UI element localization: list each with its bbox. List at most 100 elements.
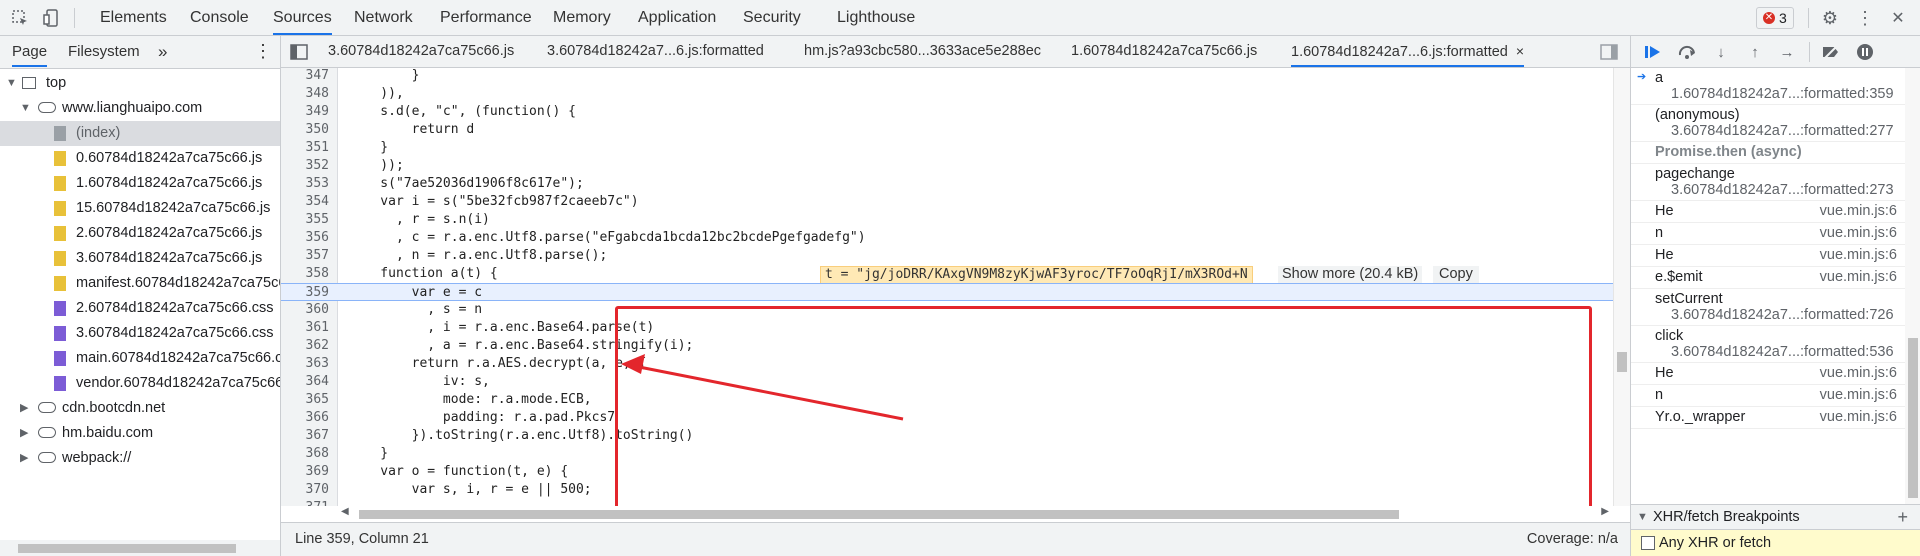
tree-item-file[interactable]: 3.60784d18242a7ca75c66.css: [0, 321, 280, 346]
tab-network[interactable]: Network: [354, 0, 413, 35]
tab-security[interactable]: Security: [743, 0, 801, 35]
tree-item-file[interactable]: (index): [0, 121, 280, 146]
frame-icon: [22, 77, 36, 89]
call-frame[interactable]: He vue.min.js:6: [1631, 363, 1905, 385]
editor-vertical-scrollbar[interactable]: [1613, 68, 1630, 506]
tree-item-file[interactable]: vendor.60784d18242a7ca75c66.css: [0, 371, 280, 396]
tree-item-file[interactable]: 3.60784d18242a7ca75c66.js: [0, 246, 280, 271]
call-frame[interactable]: n vue.min.js:6: [1631, 385, 1905, 407]
scrollbar-thumb[interactable]: [359, 510, 1399, 519]
cloud-icon: [38, 452, 56, 463]
code-view[interactable]: 347 } 348 )), 349 s.d(e, "c", (function() …: [281, 68, 1613, 506]
tab-lighthouse[interactable]: Lighthouse: [837, 0, 915, 35]
close-devtools-icon[interactable]: ✕: [1888, 8, 1908, 28]
tab-elements[interactable]: Elements: [100, 0, 167, 35]
tree-item-domain[interactable]: ▶ hm.baidu.com: [0, 421, 280, 446]
file-tab-label: hm.js?a93cbc580...3633ace5e288ec: [804, 43, 1042, 59]
error-count: 3: [1779, 10, 1787, 26]
tree-item-domain[interactable]: ▶ webpack://: [0, 446, 280, 471]
main-tab-bar: Elements Console Sources Network Perform…: [0, 0, 1920, 36]
add-breakpoint-icon[interactable]: +: [1897, 505, 1908, 529]
call-frame[interactable]: e.$emit vue.min.js:6: [1631, 267, 1905, 289]
frame-function-name: setCurrent: [1655, 291, 1723, 307]
frame-function-name: He: [1655, 247, 1674, 263]
frame-location: vue.min.js:6: [1819, 409, 1897, 425]
call-frame[interactable]: Yr.o._wrapper vue.min.js:6: [1631, 407, 1905, 429]
frame-function-name: n: [1655, 387, 1664, 403]
step-icon[interactable]: →: [1777, 42, 1797, 62]
file-tab[interactable]: 3.60784d18242a7...6.js:formatted: [547, 36, 764, 67]
call-frame-current[interactable]: ➔ a 1.60784d18242a7...:formatted:359: [1631, 68, 1905, 105]
xhr-breakpoints-header[interactable]: ▼ XHR/fetch Breakpoints +: [1631, 504, 1920, 530]
device-toolbar-icon[interactable]: [42, 8, 62, 28]
devtools-window: Elements Console Sources Network Perform…: [0, 0, 1920, 556]
step-over-icon[interactable]: [1677, 42, 1697, 62]
expanded-triangle-icon: ▼: [1637, 511, 1648, 523]
call-frame[interactable]: (anonymous) 3.60784d18242a7...:formatted:…: [1631, 105, 1905, 142]
file-tab[interactable]: hm.js?a93cbc580...3633ace5e288ec: [804, 36, 1041, 67]
more-tabs-chevron-icon[interactable]: »: [158, 36, 167, 67]
call-frame[interactable]: He vue.min.js:6: [1631, 201, 1905, 223]
file-tab-active[interactable]: 1.60784d18242a7...6.js:formatted ×: [1291, 36, 1525, 67]
debugger-vertical-scrollbar[interactable]: [1905, 68, 1920, 504]
frame-location: vue.min.js:6: [1819, 203, 1897, 219]
tab-console[interactable]: Console: [190, 0, 249, 35]
tree-item-file[interactable]: 15.60784d18242a7ca75c66.js: [0, 196, 280, 221]
call-frame[interactable]: He vue.min.js:6: [1631, 245, 1905, 267]
tree-item-file[interactable]: main.60784d18242a7ca75c66.css: [0, 346, 280, 371]
tree-item-file[interactable]: manifest.60784d18242a7ca75c66.js: [0, 271, 280, 296]
scrollbar-thumb[interactable]: [1908, 338, 1918, 498]
call-frame[interactable]: n vue.min.js:6: [1631, 223, 1905, 245]
scrollbar-thumb[interactable]: [18, 544, 236, 553]
step-into-icon[interactable]: ↓: [1711, 42, 1731, 62]
collapsed-triangle-icon: ▶: [20, 402, 29, 414]
scroll-left-icon[interactable]: ◀: [341, 506, 349, 517]
tab-sources[interactable]: Sources: [273, 0, 332, 35]
checkbox[interactable]: [1641, 536, 1655, 550]
tree-item-file[interactable]: 1.60784d18242a7ca75c66.js: [0, 171, 280, 196]
tab-application[interactable]: Application: [638, 0, 716, 35]
resume-icon[interactable]: [1643, 42, 1663, 62]
call-frame[interactable]: setCurrent 3.60784d18242a7...:formatted:7…: [1631, 289, 1905, 326]
step-out-icon[interactable]: ↑: [1745, 42, 1765, 62]
tab-memory[interactable]: Memory: [553, 0, 611, 35]
tree-item-domain[interactable]: ▶ cdn.bootcdn.net: [0, 396, 280, 421]
file-tab[interactable]: 3.60784d18242a7ca75c66.js: [328, 36, 514, 67]
editor-horizontal-scrollbar[interactable]: ◀ ▶: [337, 506, 1613, 522]
frame-location: vue.min.js:6: [1819, 269, 1897, 285]
toggle-navigator-icon[interactable]: [289, 42, 309, 62]
file-tab-label: 3.60784d18242a7...6.js:formatted: [547, 43, 764, 59]
error-count-badge[interactable]: ✕ 3: [1756, 7, 1794, 29]
editor-file-tabs: 3.60784d18242a7ca75c66.js 3.60784d18242a…: [281, 36, 1630, 68]
source-editor: 3.60784d18242a7ca75c66.js 3.60784d18242a…: [281, 36, 1630, 556]
toggle-debugger-icon[interactable]: [1599, 42, 1619, 62]
tab-page[interactable]: Page: [12, 36, 48, 67]
navigator-horizontal-scrollbar[interactable]: [0, 540, 280, 556]
deactivate-breakpoints-icon[interactable]: [1821, 42, 1841, 62]
navigator-tabs: Page Filesystem » ⋮: [0, 36, 280, 69]
close-tab-icon[interactable]: ×: [1516, 43, 1524, 59]
call-stack-list: ➔ a 1.60784d18242a7...:formatted:359 (anony…: [1631, 68, 1905, 504]
tree-item-domain[interactable]: ▼ www.lianghuaipo.com: [0, 96, 280, 121]
scroll-right-icon[interactable]: ▶: [1601, 506, 1609, 517]
more-vert-icon[interactable]: ⋮: [1855, 8, 1875, 28]
call-frame[interactable]: click 3.60784d18242a7...:formatted:536: [1631, 326, 1905, 363]
pause-on-exceptions-icon[interactable]: [1855, 42, 1875, 62]
tab-performance[interactable]: Performance: [440, 0, 532, 35]
tree-item-file[interactable]: 2.60784d18242a7ca75c66.js: [0, 221, 280, 246]
scrollbar-thumb[interactable]: [1617, 352, 1627, 372]
coverage-status[interactable]: Coverage: n/a: [1527, 523, 1618, 556]
gear-icon[interactable]: ⚙: [1820, 8, 1840, 28]
more-vert-icon[interactable]: ⋮: [254, 36, 272, 67]
frame-location: vue.min.js:6: [1819, 247, 1897, 263]
call-frame[interactable]: pagechange 3.60784d18242a7...:formatted:2…: [1631, 164, 1905, 201]
tab-filesystem[interactable]: Filesystem: [68, 36, 140, 67]
tree-item-frame[interactable]: ▼ top: [0, 71, 280, 96]
file-tab[interactable]: 1.60784d18242a7ca75c66.js: [1071, 36, 1257, 67]
inspect-icon[interactable]: [10, 8, 30, 28]
xhr-breakpoint-option[interactable]: Any XHR or fetch: [1631, 530, 1920, 556]
js-file-icon: [54, 226, 66, 241]
tree-item-file[interactable]: 2.60784d18242a7ca75c66.css: [0, 296, 280, 321]
tree-item-file[interactable]: 0.60784d18242a7ca75c66.js: [0, 146, 280, 171]
frame-function-name: He: [1655, 203, 1674, 219]
